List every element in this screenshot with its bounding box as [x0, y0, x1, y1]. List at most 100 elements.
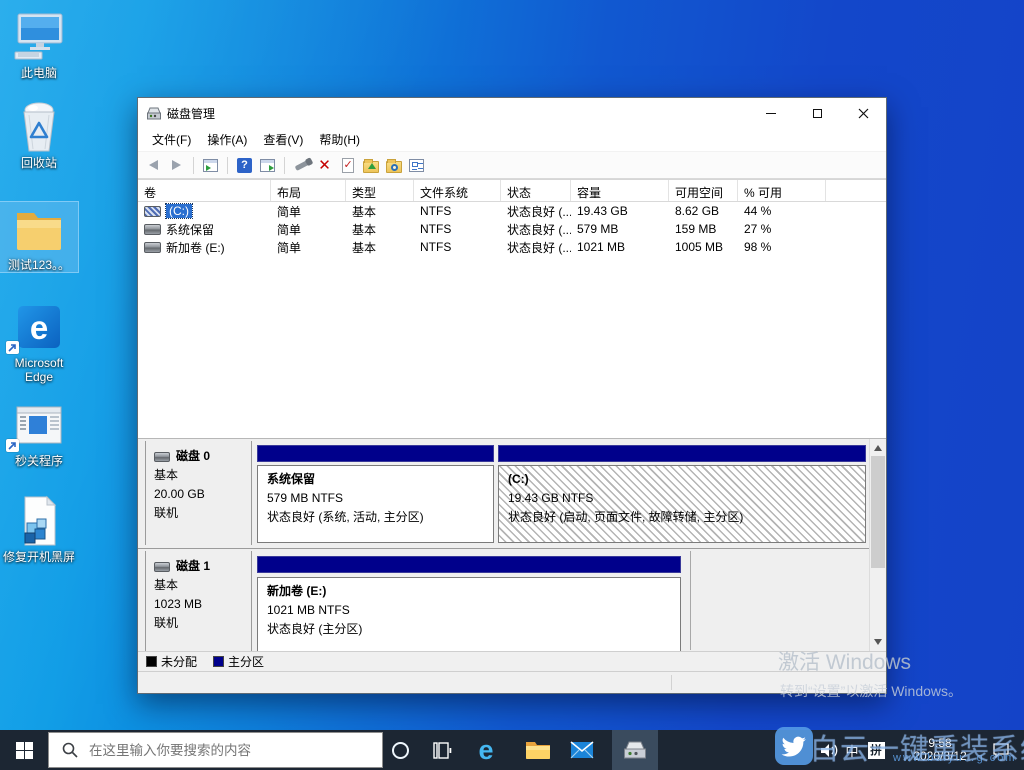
title-bar[interactable]: 磁盘管理 — [138, 98, 886, 128]
partition-title: (C:) — [508, 470, 856, 489]
volume-icon — [144, 242, 161, 253]
action-center-button[interactable] — [986, 730, 1016, 770]
volume-name-selected: (C:) — [166, 204, 192, 218]
registry-file-icon — [0, 494, 78, 548]
start-button[interactable] — [0, 730, 48, 770]
help-icon — [237, 158, 252, 173]
scroll-down-icon[interactable] — [874, 639, 882, 645]
folder-up-button[interactable] — [362, 157, 379, 173]
scroll-up-icon[interactable] — [874, 445, 882, 451]
screwdriver-icon — [294, 160, 309, 171]
desktop-icon-microsoft-edge[interactable]: e Microsoft Edge — [0, 300, 78, 384]
cell-pct: 44 % — [738, 202, 826, 220]
properties-tool-button[interactable] — [293, 157, 310, 173]
cell-status: 状态良好 (... — [501, 238, 571, 256]
disk-1-row: 磁盘 1 基本 1023 MB 联机 新加卷 (E:) 1021 MB NTFS… — [138, 551, 869, 651]
column-header-free-space[interactable]: 可用空间 — [669, 180, 738, 201]
column-header-filesystem[interactable]: 文件系统 — [414, 180, 501, 201]
forward-button[interactable] — [168, 157, 185, 173]
action-center-icon — [993, 743, 1009, 758]
shortcut-arrow-icon — [6, 439, 19, 452]
taskbar-clock[interactable]: 9:58 2020/3/12 — [898, 730, 982, 770]
maximize-button[interactable] — [794, 98, 840, 128]
column-header-layout[interactable]: 布局 — [271, 180, 346, 201]
desktop-icon-label: 回收站 — [0, 156, 78, 170]
desktop-icon-quick-close-app[interactable]: 秒关程序 — [0, 398, 78, 468]
mail-icon — [570, 741, 594, 759]
delete-button[interactable] — [316, 157, 333, 173]
check-volume-button[interactable] — [339, 157, 356, 173]
volume-name: 新加卷 (E:) — [166, 239, 225, 256]
column-header-pct-free[interactable]: % 可用 — [738, 180, 826, 201]
column-header-status[interactable]: 状态 — [501, 180, 571, 201]
volume-icon[interactable] — [818, 730, 840, 770]
action-pane-icon — [260, 159, 275, 172]
close-button[interactable] — [840, 98, 886, 128]
legend-primary-partition: 主分区 — [213, 653, 264, 670]
partition-size: 1021 MB NTFS — [267, 601, 671, 620]
disk-size: 1023 MB — [154, 595, 251, 614]
disk-1-info[interactable]: 磁盘 1 基本 1023 MB 联机 — [145, 551, 252, 651]
cortana-button[interactable] — [382, 730, 418, 770]
close-icon — [858, 108, 869, 119]
back-button[interactable] — [145, 157, 162, 173]
document-check-icon — [342, 158, 354, 173]
action-pane-button[interactable] — [259, 157, 276, 173]
column-header-type[interactable]: 类型 — [346, 180, 414, 201]
checklist-icon — [409, 159, 424, 172]
scrollbar-thumb[interactable] — [871, 456, 885, 568]
search-input[interactable] — [87, 742, 357, 759]
cell-fs: NTFS — [414, 220, 501, 238]
volume-row-system-reserved[interactable]: 系统保留 简单 基本 NTFS 状态良好 (... 579 MB 159 MB … — [138, 220, 886, 238]
file-explorer-button[interactable] — [518, 730, 558, 770]
partition-c-selected[interactable]: (C:) 19.43 GB NTFS 状态良好 (启动, 页面文件, 故障转储,… — [498, 441, 866, 548]
disk-icon — [154, 452, 170, 462]
task-view-icon — [433, 742, 452, 759]
menu-file[interactable]: 文件(F) — [144, 128, 199, 151]
desktop-icon-this-pc[interactable]: 此电脑 — [0, 10, 78, 80]
folder-icon — [0, 202, 78, 256]
disk-management-taskbar-button[interactable] — [612, 730, 658, 770]
taskbar-edge-button[interactable]: e — [466, 730, 506, 770]
disk-0-info[interactable]: 磁盘 0 基本 20.00 GB 联机 — [145, 441, 252, 545]
cell-status: 状态良好 (... — [501, 202, 571, 220]
desktop-icon-label: 测试123。。 — [0, 258, 78, 272]
column-header-volume[interactable]: 卷 — [138, 180, 271, 201]
screen: 此电脑 回收站 测试123。。 e — [0, 0, 1024, 770]
column-header-capacity[interactable]: 容量 — [571, 180, 669, 201]
ime-mode-indicator[interactable]: 中 — [842, 730, 862, 770]
status-bar-divider — [671, 675, 672, 690]
back-icon — [149, 160, 158, 170]
cell-type: 基本 — [346, 220, 414, 238]
checklist-button[interactable] — [408, 157, 425, 173]
ime-language-badge[interactable]: 拼 — [865, 730, 887, 770]
cell-free: 8.62 GB — [669, 202, 738, 220]
disk-kind: 基本 — [154, 576, 251, 595]
toolbar-separator — [193, 157, 194, 174]
taskbar-search[interactable] — [48, 732, 383, 768]
partition-title: 系统保留 — [267, 470, 484, 489]
desktop-icon-recycle-bin[interactable]: 回收站 — [0, 100, 78, 170]
vertical-scrollbar[interactable] — [869, 439, 886, 651]
partition-new-volume-e[interactable]: 新加卷 (E:) 1021 MB NTFS 状态良好 (主分区) — [257, 551, 681, 651]
folder-search-button[interactable] — [385, 157, 402, 173]
console-tree-button[interactable] — [202, 157, 219, 173]
menu-help[interactable]: 帮助(H) — [311, 128, 368, 151]
desktop-icon-fix-black-screen[interactable]: 修复开机黑屏 — [0, 494, 78, 564]
this-pc-icon — [0, 10, 78, 64]
task-view-button[interactable] — [424, 730, 460, 770]
status-bar — [138, 671, 886, 693]
volume-row-c[interactable]: (C:) 简单 基本 NTFS 状态良好 (... 19.43 GB 8.62 … — [138, 202, 886, 220]
cell-layout: 简单 — [271, 238, 346, 256]
menu-view[interactable]: 查看(V) — [255, 128, 311, 151]
help-button[interactable] — [236, 157, 253, 173]
cell-capacity: 19.43 GB — [571, 202, 669, 220]
desktop-icon-label: 修复开机黑屏 — [0, 550, 78, 564]
menu-action[interactable]: 操作(A) — [199, 128, 255, 151]
partition-status: 状态良好 (系统, 活动, 主分区) — [267, 508, 484, 527]
minimize-button[interactable] — [748, 98, 794, 128]
mail-button[interactable] — [562, 730, 602, 770]
volume-row-new-volume-e[interactable]: 新加卷 (E:) 简单 基本 NTFS 状态良好 (... 1021 MB 10… — [138, 238, 886, 256]
partition-system-reserved[interactable]: 系统保留 579 MB NTFS 状态良好 (系统, 活动, 主分区) — [257, 441, 494, 548]
desktop-icon-test-folder[interactable]: 测试123。。 — [0, 202, 78, 272]
